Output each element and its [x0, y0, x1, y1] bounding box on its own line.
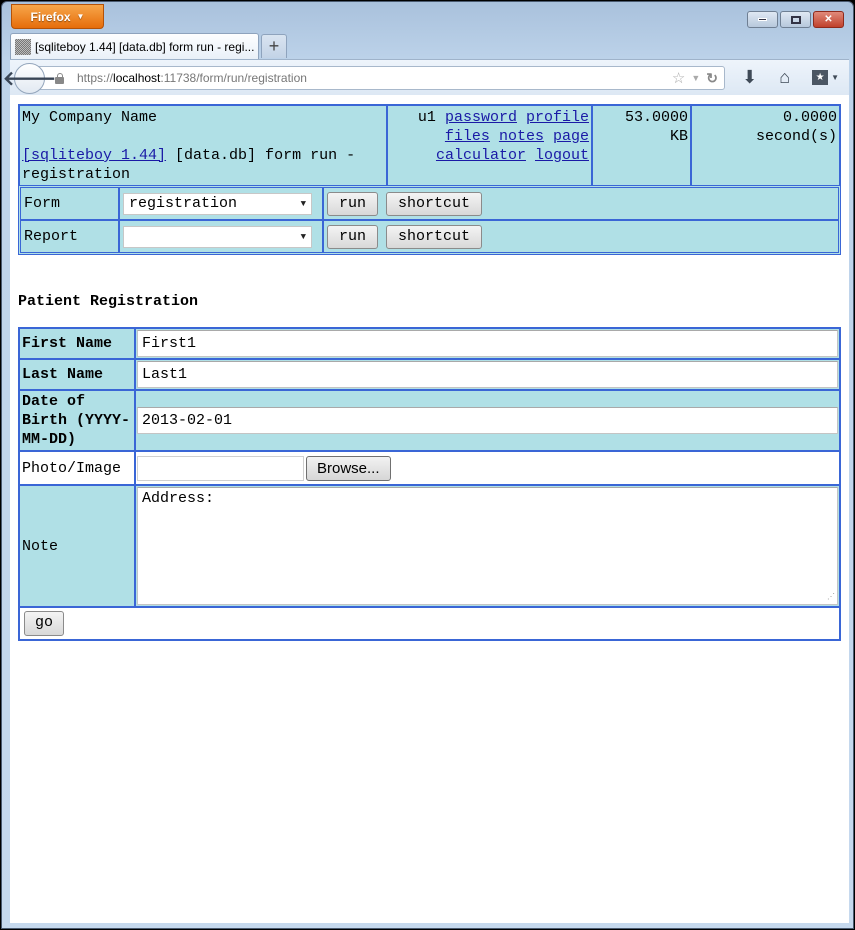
minimize-icon [758, 18, 767, 21]
bookmarks-menu-button[interactable]: ★ ▼ [812, 70, 839, 85]
photo-file-input: Browse... [137, 453, 838, 483]
tab-active[interactable]: [sqliteboy 1.44] [data.db] form run - re… [10, 33, 259, 59]
home-icon[interactable]: ⌂ [779, 67, 790, 88]
form-run-button[interactable]: run [327, 191, 379, 216]
company-name: My Company Name [22, 109, 158, 126]
url-host: localhost [113, 71, 161, 85]
close-window-button[interactable]: ✕ [813, 11, 844, 28]
minimize-button[interactable] [747, 11, 778, 28]
form-run-row: Form registration ▼ run shortcut [20, 187, 839, 220]
report-run-label: Report [20, 220, 119, 253]
first-name-row: First Name First1 [19, 328, 840, 359]
report-run-button[interactable]: run [327, 224, 379, 249]
registration-form: First Name First1 Last Name Last1 Date o… [18, 327, 841, 641]
form-shortcut-button[interactable]: shortcut [386, 191, 483, 216]
first-name-label: First Name [19, 328, 135, 359]
memory-value: 53.0000 [624, 109, 688, 126]
header-table: My Company Name [sqliteboy 1.44] [data.d… [18, 104, 841, 188]
lock-icon [55, 73, 64, 84]
new-tab-button[interactable]: + [261, 34, 287, 58]
app-home-link[interactable]: [sqliteboy 1.44] [22, 147, 166, 164]
bookmark-star-icon[interactable]: ☆ [672, 69, 685, 87]
chevron-down-icon: ▼ [831, 73, 839, 82]
photo-label: Photo/Image [19, 451, 135, 485]
note-text: Address: [142, 490, 215, 507]
logout-link[interactable]: logout [535, 147, 589, 164]
password-link[interactable]: password [445, 109, 517, 126]
last-name-input[interactable]: Last1 [137, 361, 838, 388]
browse-button[interactable]: Browse... [306, 455, 391, 481]
download-icon[interactable]: ⬇ [742, 67, 757, 88]
last-name-label: Last Name [19, 359, 135, 390]
report-run-row: Report ▼ run shortcut [20, 220, 839, 253]
window-controls: ✕ [747, 11, 844, 28]
url-text: https://localhost:11738/form/run/registr… [77, 71, 307, 85]
navigation-bar: https://localhost:11738/form/run/registr… [3, 59, 849, 95]
page-link[interactable]: page [553, 128, 589, 145]
form-select[interactable]: registration ▼ [123, 192, 312, 215]
submit-row: go [19, 607, 840, 640]
photo-filename-field[interactable] [137, 455, 304, 481]
url-bar[interactable]: https://localhost:11738/form/run/registr… [36, 66, 725, 90]
note-textarea[interactable]: Address: ⋰ [137, 487, 838, 605]
back-button[interactable]: 🡐 [3, 63, 56, 94]
calculator-link[interactable]: calculator [436, 147, 526, 164]
back-arrow-icon: 🡐 [2, 68, 57, 90]
firefox-menu-label: Firefox [30, 9, 71, 24]
url-scheme: https:// [77, 71, 114, 85]
form-select-value: registration [129, 195, 238, 212]
username: u1 [417, 109, 436, 126]
report-shortcut-button[interactable]: shortcut [386, 224, 483, 249]
dob-label: Date of Birth (YYYY-MM-DD) [19, 390, 135, 451]
url-path: :11738/form/run/registration [160, 71, 307, 85]
company-cell: My Company Name [sqliteboy 1.44] [data.d… [19, 105, 387, 187]
favicon-icon [15, 38, 31, 55]
go-button[interactable]: go [24, 611, 65, 636]
photo-row: Photo/Image Browse... [19, 451, 840, 485]
browser-window: Firefox ▼ ✕ [sqliteboy 1.44] [data.db] f… [1, 1, 854, 929]
chevron-down-icon: ▼ [76, 12, 85, 21]
dob-input[interactable]: 2013-02-01 [137, 407, 838, 434]
maximize-button[interactable] [780, 11, 811, 28]
firefox-menu-button[interactable]: Firefox ▼ [11, 4, 104, 29]
memory-cell: 53.0000 KB [592, 105, 691, 187]
time-cell: 0.0000 second(s) [691, 105, 840, 187]
first-name-input[interactable]: First1 [137, 330, 838, 357]
user-menu-cell: u1 password profile files notes page cal… [387, 105, 592, 187]
note-row: Note Address: ⋰ [19, 485, 840, 607]
dob-row: Date of Birth (YYYY-MM-DD) 2013-02-01 [19, 390, 840, 451]
report-select[interactable]: ▼ [123, 225, 312, 248]
dropdown-arrow-icon: ▼ [300, 198, 306, 209]
reload-icon[interactable]: ↻ [706, 70, 718, 87]
last-name-row: Last Name Last1 [19, 359, 840, 390]
form-run-label: Form [20, 187, 119, 220]
close-icon: ✕ [824, 14, 833, 25]
memory-unit: KB [669, 128, 688, 145]
plus-icon: + [268, 36, 280, 56]
time-value: 0.0000 [782, 109, 837, 126]
files-link[interactable]: files [445, 128, 490, 145]
profile-link[interactable]: profile [526, 109, 589, 126]
history-dropdown-icon[interactable]: ▼ [691, 73, 700, 83]
bookmarks-icon: ★ [812, 70, 829, 85]
note-label: Note [19, 485, 135, 607]
form-title: Patient Registration [18, 293, 199, 310]
restore-icon [790, 15, 801, 24]
time-unit: second(s) [755, 128, 837, 145]
dropdown-arrow-icon: ▼ [300, 231, 306, 242]
notes-link[interactable]: notes [499, 128, 544, 145]
resize-grip-icon[interactable]: ⋰ [827, 594, 835, 602]
toolbar-icons: ⬇ ⌂ ★ ▼ [742, 67, 839, 88]
url-bar-icons: ☆ ▼ ↻ [672, 69, 718, 88]
page-content: My Company Name [sqliteboy 1.44] [data.d… [10, 95, 849, 923]
run-panel: Form registration ▼ run shortcut Report ▼ … [18, 185, 841, 255]
tab-title: [sqliteboy 1.44] [data.db] form run - re… [35, 39, 255, 54]
